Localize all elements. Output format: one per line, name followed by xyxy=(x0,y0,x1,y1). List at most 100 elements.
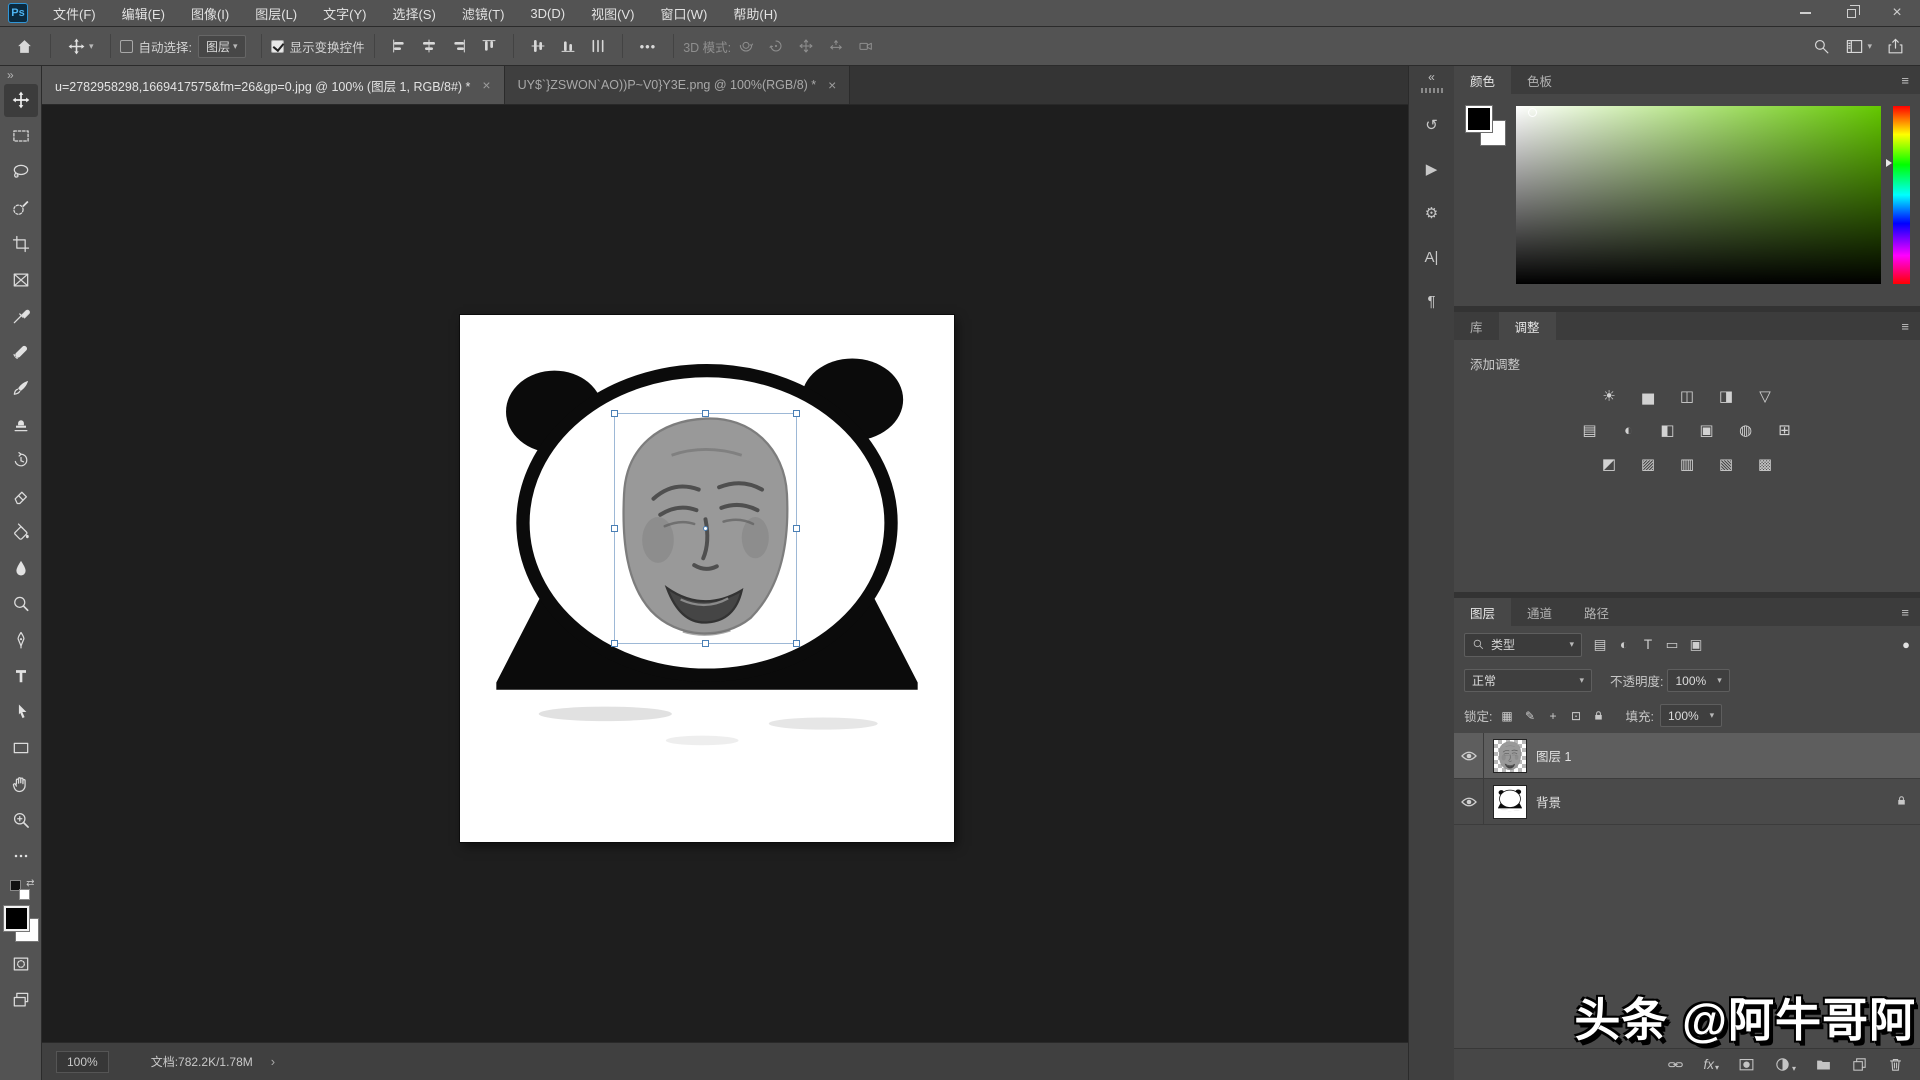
tab-paths[interactable]: 路径 xyxy=(1568,598,1625,626)
visibility-toggle[interactable] xyxy=(1454,733,1484,778)
tab-adjustments[interactable]: 调整 xyxy=(1499,312,1556,340)
color-balance-icon[interactable]: ◐ xyxy=(1614,419,1644,441)
align-right-button[interactable] xyxy=(444,31,474,61)
filter-toggle-icon[interactable]: ● xyxy=(1902,637,1910,652)
spot-healing-brush-tool[interactable] xyxy=(4,336,38,369)
layer-filter-type-dropdown[interactable]: 类型 ▾ xyxy=(1464,633,1582,657)
workspace-button[interactable]: ▾ xyxy=(1838,31,1879,61)
history-panel-icon[interactable]: ↺ xyxy=(1415,110,1449,140)
panel-menu-icon[interactable]: ≡ xyxy=(1890,66,1920,94)
close-tab-icon[interactable]: × xyxy=(828,77,836,93)
lasso-tool[interactable] xyxy=(4,156,38,189)
zoom-tool[interactable] xyxy=(4,804,38,837)
hue-saturation-icon[interactable]: ▤ xyxy=(1575,419,1605,441)
lock-position-icon[interactable]: + xyxy=(1544,707,1561,724)
clone-stamp-tool[interactable] xyxy=(4,408,38,441)
properties-panel-icon[interactable]: ⚙ xyxy=(1415,198,1449,228)
layer-thumbnail[interactable] xyxy=(1493,785,1527,819)
menu-item[interactable]: 选择(S) xyxy=(379,0,448,27)
lock-image-pixels-icon[interactable]: ✎ xyxy=(1521,707,1538,724)
menu-item[interactable]: 视图(V) xyxy=(578,0,647,27)
paragraph-panel-icon[interactable]: ¶ xyxy=(1415,286,1449,316)
3d-roll-button[interactable] xyxy=(761,31,791,61)
visibility-toggle[interactable] xyxy=(1454,779,1484,824)
foreground-color-swatch[interactable] xyxy=(1466,106,1492,132)
current-tool-button[interactable]: ▾ xyxy=(60,31,101,61)
blend-mode-dropdown[interactable]: 正常 ▾ xyxy=(1464,669,1592,692)
layer-name[interactable]: 图层 1 xyxy=(1536,746,1571,765)
panel-menu-icon[interactable]: ≡ xyxy=(1890,598,1920,626)
3d-slide-button[interactable] xyxy=(821,31,851,61)
menu-item[interactable]: 图层(L) xyxy=(242,0,310,27)
transform-handle[interactable] xyxy=(793,525,800,532)
document-tab-1[interactable]: u=2782958298,1669417575&fm=26&gp=0.jpg @… xyxy=(42,66,505,104)
transform-handle[interactable] xyxy=(702,410,709,417)
vibrance-icon[interactable]: ▽ xyxy=(1750,385,1780,407)
canvas-area[interactable] xyxy=(42,105,1408,1042)
expand-panels-button[interactable]: « xyxy=(1428,66,1435,86)
pen-tool[interactable] xyxy=(4,624,38,657)
3d-orbit-button[interactable] xyxy=(731,31,761,61)
frame-tool[interactable] xyxy=(4,264,38,297)
transform-handle[interactable] xyxy=(611,525,618,532)
quick-mask-button[interactable] xyxy=(4,948,38,981)
photo-filter-icon[interactable]: ▣ xyxy=(1692,419,1722,441)
search-button[interactable] xyxy=(1805,31,1838,61)
home-button[interactable] xyxy=(8,31,41,61)
add-layer-mask-button[interactable] xyxy=(1738,1056,1755,1073)
3d-camera-button[interactable] xyxy=(851,31,881,61)
pixel-layers-filter-icon[interactable]: ▤ xyxy=(1589,637,1611,653)
brightness-contrast-icon[interactable]: ☀ xyxy=(1594,385,1624,407)
threshold-icon[interactable]: ▥ xyxy=(1672,453,1702,475)
menu-item[interactable]: 窗口(W) xyxy=(647,0,720,27)
restore-button[interactable] xyxy=(1828,0,1874,27)
exposure-icon[interactable]: ◨ xyxy=(1711,385,1741,407)
lock-artboard-icon[interactable]: ⊡ xyxy=(1567,707,1584,724)
paint-bucket-tool[interactable] xyxy=(4,516,38,549)
status-options-chevron[interactable]: › xyxy=(271,1054,275,1069)
document-canvas[interactable] xyxy=(460,315,954,842)
black-white-icon[interactable]: ◧ xyxy=(1653,419,1683,441)
photoshop-logo[interactable]: Ps xyxy=(8,3,28,23)
auto-select-checkbox[interactable] xyxy=(120,40,133,53)
transform-reference-point[interactable] xyxy=(703,526,708,531)
layer-row-1[interactable]: 图层 1 xyxy=(1454,733,1920,779)
align-middle-v-button[interactable] xyxy=(523,31,553,61)
invert-icon[interactable]: ◩ xyxy=(1594,453,1624,475)
menu-item[interactable]: 图像(I) xyxy=(178,0,242,27)
hue-slider[interactable] xyxy=(1893,106,1910,284)
panel-menu-icon[interactable]: ≡ xyxy=(1890,312,1920,340)
curves-icon[interactable]: ◫ xyxy=(1672,385,1702,407)
dock-grip[interactable] xyxy=(1421,88,1443,93)
align-top-button[interactable] xyxy=(474,31,504,61)
crop-tool[interactable] xyxy=(4,228,38,261)
close-button[interactable]: × xyxy=(1874,0,1920,27)
fill-field[interactable]: 100% ▾ xyxy=(1660,704,1722,727)
foreground-background-swatches[interactable] xyxy=(3,906,39,942)
align-bottom-button[interactable] xyxy=(553,31,583,61)
dodge-tool[interactable] xyxy=(4,588,38,621)
transform-handle[interactable] xyxy=(793,640,800,647)
type-layers-filter-icon[interactable]: T xyxy=(1637,637,1659,653)
gradient-map-icon[interactable]: ▩ xyxy=(1750,453,1780,475)
link-layers-button[interactable] xyxy=(1667,1056,1684,1073)
distribute-button[interactable] xyxy=(583,31,613,61)
minimize-button[interactable] xyxy=(1782,0,1828,27)
document-tab-2[interactable]: UY$`}ZSWON`AO))P~V0}Y3E.png @ 100%(RGB/8… xyxy=(505,66,851,104)
foreground-color-swatch[interactable] xyxy=(4,906,29,931)
adjustment-layers-filter-icon[interactable]: ◐ xyxy=(1613,637,1635,653)
layer-row-background[interactable]: 背景 xyxy=(1454,779,1920,825)
path-selection-tool[interactable] xyxy=(4,696,38,729)
share-button[interactable] xyxy=(1879,31,1912,61)
shape-layers-filter-icon[interactable]: ▭ xyxy=(1661,637,1683,653)
auto-select-dropdown[interactable]: 图层 ▾ xyxy=(198,35,246,58)
tab-libraries[interactable]: 库 xyxy=(1454,312,1499,340)
color-lookup-icon[interactable]: ⊞ xyxy=(1770,419,1800,441)
channel-mixer-icon[interactable]: ◍ xyxy=(1731,419,1761,441)
background-lock-icon[interactable] xyxy=(1895,794,1908,810)
lock-transparent-pixels-icon[interactable]: ▦ xyxy=(1498,707,1515,724)
rectangular-marquee-tool[interactable] xyxy=(4,120,38,153)
screen-mode-button[interactable] xyxy=(4,984,38,1017)
transform-handle[interactable] xyxy=(702,640,709,647)
history-brush-tool[interactable] xyxy=(4,444,38,477)
